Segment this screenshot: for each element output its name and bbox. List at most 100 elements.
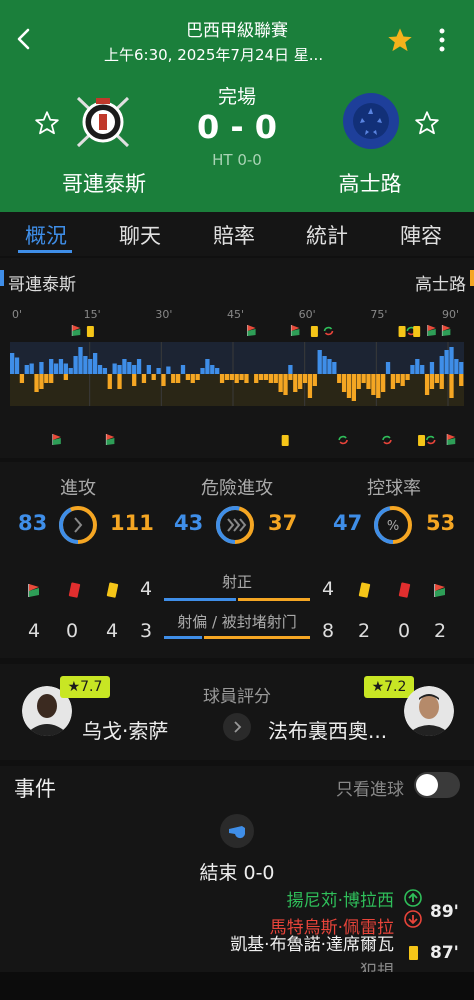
home-player-name[interactable]: 乌戈·索萨: [82, 715, 168, 744]
momentum-home-bar: [317, 350, 322, 374]
away-team-logo[interactable]: [340, 90, 402, 152]
tab-odds[interactable]: 賠率: [194, 220, 274, 250]
shots-off-away-bar: [204, 636, 310, 639]
momentum-away-bar: [263, 374, 269, 380]
momentum-away-bar: [390, 374, 396, 389]
momentum-home-bar: [156, 368, 161, 374]
shots-on-label: 射正: [221, 573, 252, 591]
momentum-away-bar: [346, 374, 352, 398]
chevron-right-icon[interactable]: [222, 712, 252, 742]
tab-chat[interactable]: 聊天: [100, 220, 180, 250]
momentum-away-bar: [400, 374, 405, 386]
shots-off-label: 射偏 / 被封堵射门: [177, 613, 297, 631]
dangerous-away: 37: [268, 511, 298, 535]
halftime-score: HT 0-0: [212, 151, 262, 169]
momentum-home-bar: [29, 363, 34, 374]
home-yellow-card-icon: [106, 582, 119, 598]
momentum-home-bar: [439, 356, 444, 374]
momentum-home-bar: [166, 366, 171, 374]
momentum-home-bar: [68, 368, 73, 374]
home-shots-on: 4: [139, 578, 153, 600]
momentum-home-bar: [24, 365, 29, 374]
momentum-away-bar: [63, 374, 68, 380]
momentum-away-bar: [307, 374, 313, 398]
sub-in-arrow-icon: [404, 889, 422, 907]
away-sub-marker-out: [427, 439, 436, 445]
home-player-rating: ★7.7: [60, 676, 110, 698]
momentum-away-bar: [161, 374, 166, 386]
sub-out-arrow-icon: [404, 910, 422, 928]
momentum-away-bar: [405, 374, 410, 380]
favorite-star-icon[interactable]: [386, 26, 414, 54]
home-yellow-card-marker: [398, 326, 406, 337]
momentum-away-bar: [234, 374, 239, 383]
momentum-away-bar: [185, 374, 191, 380]
momentum-home-bar: [53, 363, 59, 374]
away-red-card-icon: [398, 582, 411, 598]
minute-tick-label: 30': [155, 308, 172, 321]
away-color-marker: [470, 270, 474, 286]
momentum-home-bar: [322, 356, 327, 374]
away-reds: 0: [397, 620, 411, 642]
momentum-away-bar: [132, 374, 137, 386]
double-chevron-icon: [239, 518, 247, 532]
home-team-logo[interactable]: [72, 90, 134, 152]
away-yellow-card-icon: [358, 582, 371, 598]
momentum-home-bar: [63, 363, 68, 374]
momentum-home-bar: [180, 365, 186, 374]
away-player-avatar[interactable]: [404, 686, 454, 736]
more-options-icon[interactable]: [432, 26, 452, 54]
tab-overview[interactable]: 概況: [6, 220, 86, 250]
momentum-home-bar: [210, 365, 215, 374]
momentum-away-bar: [151, 374, 156, 380]
momentum-away-bar: [366, 374, 371, 389]
momentum-away-bar: [107, 374, 112, 389]
away-player-name[interactable]: 法布裏西奧...: [268, 715, 387, 744]
momentum-away-bar: [44, 374, 49, 383]
minute-tick-label: 45': [227, 308, 244, 321]
momentum-away-bar: [258, 374, 264, 380]
home-follow-star-icon[interactable]: [34, 110, 60, 136]
away-yellows: 2: [357, 620, 371, 642]
momentum-away-bar: [190, 374, 195, 383]
momentum-home-bar: [127, 362, 132, 374]
goals-only-toggle[interactable]: [414, 772, 460, 798]
momentum-away-bar: [34, 374, 39, 392]
momentum-away-bar: [302, 374, 308, 383]
momentum-chart[interactable]: 0' 15' 30' 45' 60' 75' 90': [10, 306, 464, 452]
tab-stats[interactable]: 統計: [287, 220, 367, 250]
momentum-home-bar: [420, 365, 425, 374]
minute-tick-label: 75': [370, 308, 387, 321]
momentum-home-bar: [454, 359, 459, 374]
momentum-away-bar: [341, 374, 347, 392]
match-status: 完場: [217, 86, 256, 108]
away-shots-off: 8: [321, 620, 335, 642]
momentum-home-bar: [429, 362, 435, 374]
match-header: 巴西甲級聯賽 上午6:30, 2025年7月24日 星... 哥連泰斯 高士路 …: [0, 0, 474, 212]
momentum-away-bar: [312, 374, 317, 386]
match-score: 0 - 0: [196, 108, 278, 146]
home-sub-marker-out: [324, 330, 334, 336]
momentum-away-bar: [19, 374, 25, 383]
momentum-home-bar: [449, 347, 454, 374]
momentum-home-bar: [73, 356, 78, 374]
home-team-name[interactable]: 哥連泰斯: [34, 168, 174, 198]
momentum-away-bar: [175, 374, 181, 383]
home-yellows: 4: [105, 620, 119, 642]
toggle-knob: [416, 774, 438, 796]
away-team-name[interactable]: 高士路: [300, 168, 440, 198]
momentum-home-bar: [444, 350, 449, 374]
momentum-away-bar: [171, 374, 176, 383]
momentum-home-bar: [58, 359, 64, 374]
away-sub-marker-out: [339, 439, 348, 445]
home-color-marker: [0, 270, 4, 286]
momentum-home-bar: [10, 353, 15, 374]
home-yellow-card-marker: [86, 326, 94, 337]
event-sub-in-player[interactable]: 揚尼苅·博拉西: [287, 886, 394, 911]
momentum-away-bar: [356, 374, 361, 389]
away-follow-star-icon[interactable]: [414, 110, 440, 136]
events-title: 事件: [14, 777, 56, 801]
momentum-away-bar: [361, 374, 366, 383]
tab-lineups[interactable]: 陣容: [381, 220, 461, 250]
event-card-player[interactable]: 凱基·布魯諾·達席爾瓦: [230, 930, 394, 955]
